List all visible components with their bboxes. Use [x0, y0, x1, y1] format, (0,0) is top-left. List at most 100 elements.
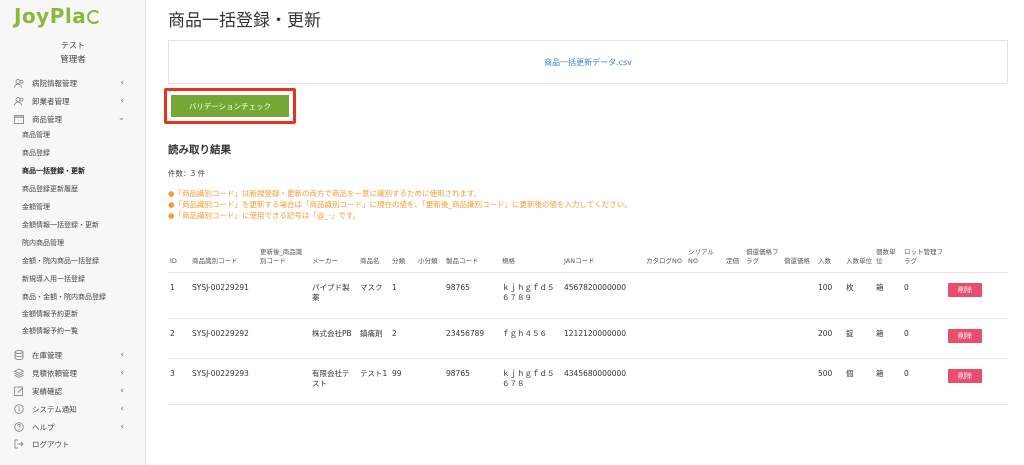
validate-button[interactable]: バリデーションチェック [171, 95, 289, 117]
sidebar-sub-item[interactable]: 金額情報予約更新 [22, 307, 78, 321]
stack-icon [14, 368, 24, 378]
col-header: 償還価格フラグ [744, 236, 782, 273]
sidebar-sub-item[interactable]: 院内商品管理 [22, 236, 64, 250]
cell-actions: 削除 [946, 272, 1008, 319]
cell-jan: 4567820000000 [562, 272, 644, 319]
database-icon [14, 350, 24, 360]
sidebar-item-results[interactable]: 実績確認 ‹ [0, 383, 146, 399]
logo-swirl-icon [87, 10, 102, 24]
col-header: 償還価格 [782, 236, 816, 273]
col-header: メーカー [310, 236, 358, 273]
cell-new-code [258, 272, 310, 319]
sidebar-sub-item[interactable]: 新規導入用一括登録 [22, 272, 85, 286]
col-header: 個数単位 [874, 236, 902, 273]
cell-price [724, 318, 744, 359]
cell-code: SYSJ-00229292 [190, 318, 258, 359]
delete-button[interactable]: 削除 [948, 282, 982, 297]
cell-name: テスト1 [358, 358, 390, 405]
cell-jan: 4345680000000 [562, 358, 644, 405]
sidebar-sub-item[interactable]: 商品登録 [22, 146, 50, 160]
cell-serial [686, 358, 724, 405]
chevron-left-icon: ‹ [120, 422, 124, 432]
col-header: ロット管理フラグ [902, 236, 946, 273]
sidebar-item-products[interactable]: 商品管理 ‹ [0, 111, 146, 127]
csv-file-link[interactable]: 商品一括更新データ.csv [544, 57, 632, 68]
table-row: 1 SYSJ-00229291 パイプド製薬 マスク 1 98765 ｋｊｈｇｆ… [168, 272, 1008, 319]
sidebar-item-wholesaler[interactable]: 卸業者管理 ‹ [0, 93, 146, 109]
col-header: 入数単位 [844, 236, 874, 273]
delete-button[interactable]: 削除 [948, 328, 982, 343]
edit-icon [14, 386, 24, 396]
cell-product-code: 98765 [444, 358, 500, 405]
cell-refund-price [782, 318, 816, 359]
table-row: 2 SYSJ-00229292 株式会社PB 鎮痛剤 2 23456789 ｆｇ… [168, 318, 1008, 359]
cell-catalog [644, 272, 686, 319]
cell-serial [686, 318, 724, 359]
cell-price [724, 272, 744, 319]
col-header: 入数 [816, 236, 844, 273]
results-title: 読み取り結果 [168, 144, 231, 156]
user-role: 管理者 [60, 55, 86, 65]
logo[interactable]: JoyPla [14, 4, 102, 28]
cell-id: 3 [168, 358, 190, 405]
result-count: 件数：3 件 [168, 169, 206, 178]
cell-refund-flag [744, 272, 782, 319]
col-header: 製品コード [444, 236, 500, 273]
cell-price [724, 358, 744, 405]
notes: ●「商品識別コード」は新規登録・更新の両方で商品を一意に識別するために使用されま… [168, 188, 632, 221]
sidebar-item-logout[interactable]: ログアウト [0, 436, 146, 452]
col-header: 小分類 [416, 236, 444, 273]
cell-name: マスク [358, 272, 390, 319]
sidebar-sub-item-active[interactable]: 商品一括登録・更新 [22, 164, 85, 178]
cell-category: 2 [390, 318, 416, 359]
cell-category: 99 [390, 358, 416, 405]
col-header: 商品識別コード [190, 236, 258, 273]
cell-unit: 箱 [874, 318, 902, 359]
sidebar-item-notifications[interactable]: システム通知 ‹ [0, 401, 146, 417]
sidebar-sub-item[interactable]: 商品登録更新履歴 [22, 182, 78, 196]
sidebar-item-help[interactable]: ヘルプ ‹ [0, 419, 146, 435]
chevron-left-icon: ‹ [120, 78, 124, 88]
sidebar-item-hospital[interactable]: 病院情報管理 ‹ [0, 75, 146, 91]
cell-refund-price [782, 358, 816, 405]
page-title: 商品一括登録・更新 [168, 11, 321, 31]
cell-new-code [258, 358, 310, 405]
col-header: 規格 [500, 236, 562, 273]
cell-product-code: 98765 [444, 272, 500, 319]
sidebar-sub-item[interactable]: 金額情報予約一覧 [22, 324, 78, 338]
table-row: 3 SYSJ-00229293 有限会社テスト テスト1 99 98765 ｋｊ… [168, 358, 1008, 405]
sidebar-item-inventory[interactable]: 在庫管理 ‹ [0, 347, 146, 363]
chevron-down-icon: ‹ [117, 117, 128, 121]
cell-subcategory [416, 272, 444, 319]
sidebar-sub-item[interactable]: 金額管理 [22, 200, 50, 214]
cell-refund-price [782, 272, 816, 319]
cell-catalog [644, 318, 686, 359]
delete-button[interactable]: 削除 [948, 368, 982, 383]
file-upload-area[interactable]: 商品一括更新データ.csv [168, 40, 1008, 84]
note-line: ●「商品識別コード」を更新する場合は「商品識別コード」に現在の値を、「更新後_商… [168, 200, 632, 209]
note-line: ●「商品識別コード」は新規登録・更新の両方で商品を一意に識別するために使用されま… [168, 189, 482, 198]
help-icon [14, 422, 24, 432]
cell-maker: 株式会社PB [310, 318, 358, 359]
sidebar-sub-item[interactable]: 商品・金額・院内商品登録 [22, 290, 106, 304]
cell-maker: パイプド製薬 [310, 272, 358, 319]
sidebar-sub-item[interactable]: 商品管理 [22, 128, 50, 142]
sidebar-item-quotes[interactable]: 見積依頼管理 ‹ [0, 365, 146, 381]
col-header: シリアルNO [686, 236, 724, 273]
sidebar-sub-item[interactable]: 金額情報一括登録・更新 [22, 218, 99, 232]
cell-code: SYSJ-00229291 [190, 272, 258, 319]
cell-id: 2 [168, 318, 190, 359]
cell-name: 鎮痛剤 [358, 318, 390, 359]
col-header: カタログNO [644, 236, 686, 273]
chevron-left-icon: ‹ [120, 404, 124, 414]
chevron-left-icon: ‹ [120, 368, 124, 378]
col-header: 更新後_商品識別コード [258, 236, 310, 273]
chevron-left-icon: ‹ [120, 350, 124, 360]
note-line: ●「商品識別コード」に使用できる記号は「@_-」です。 [168, 211, 361, 220]
cell-unit: 箱 [874, 358, 902, 405]
sidebar-sub-item[interactable]: 金額・院内商品一括登録 [22, 254, 99, 268]
cell-new-code [258, 318, 310, 359]
cell-spec: ｆｇｈ４５６ [500, 318, 562, 359]
cell-product-code: 23456789 [444, 318, 500, 359]
cell-refund-flag [744, 318, 782, 359]
